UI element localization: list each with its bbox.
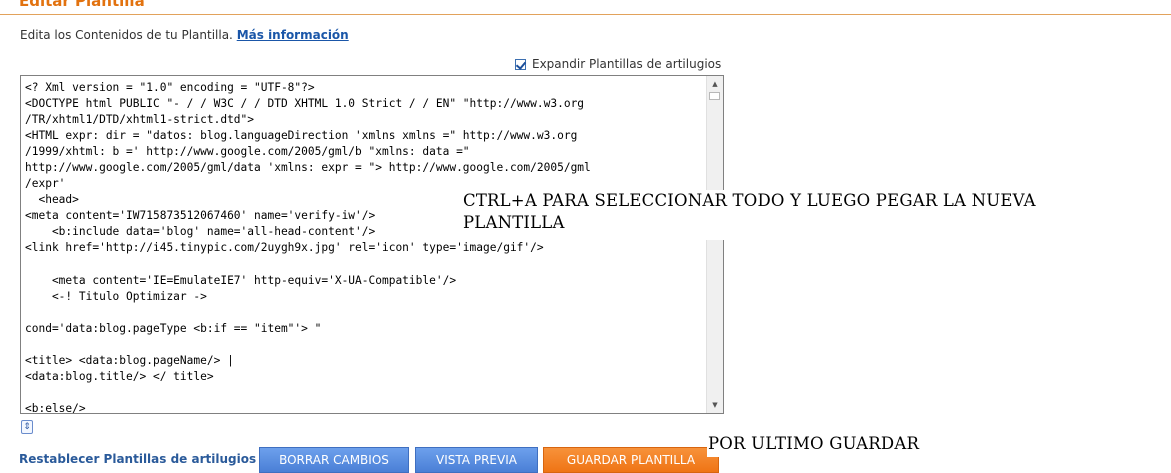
preview-button[interactable]: VISTA PREVIA (415, 447, 538, 473)
arrow-down-icon[interactable]: ▼ (707, 397, 723, 413)
expand-widgets-option[interactable]: Expandir Plantillas de artilugios (515, 57, 721, 71)
clear-changes-button[interactable]: BORRAR CAMBIOS (259, 447, 409, 473)
description: Edita los Contenidos de tu Plantilla. Má… (20, 28, 349, 42)
scrollbar-thumb[interactable] (709, 92, 720, 100)
more-info-link[interactable]: Más información (237, 28, 349, 42)
expand-widgets-checkbox[interactable] (515, 58, 526, 70)
description-text: Edita los Contenidos de tu Plantilla. (20, 28, 233, 42)
expand-widgets-label: Expandir Plantillas de artilugios (532, 57, 722, 71)
template-editor[interactable]: <? Xml version = "1.0" encoding = "UTF-8… (20, 75, 724, 414)
save-template-button[interactable]: GUARDAR PLANTILLA (543, 447, 719, 473)
select-all-instruction: CTRL+A PARA SELECCIONAR TODO Y LUEGO PEG… (461, 190, 1073, 240)
restore-widgets-link[interactable]: Restablecer Plantillas de artilugios de (19, 452, 277, 466)
select-all-instruction-line1: CTRL+A PARA SELECCIONAR TODO Y LUEGO PEG… (463, 191, 1036, 210)
expand-editor-icon[interactable]: ⇕ (21, 420, 33, 434)
arrow-up-icon[interactable]: ▲ (707, 76, 723, 92)
editor-scrollbar[interactable]: ▲ ▼ (706, 76, 723, 413)
template-code-textarea[interactable]: <? Xml version = "1.0" encoding = "UTF-8… (25, 80, 705, 413)
page-title: Editar Plantilla (19, 0, 145, 10)
title-divider (0, 14, 1171, 15)
save-instruction: POR ULTIMO GUARDAR (707, 433, 938, 457)
select-all-instruction-line2: PLANTILLA (463, 213, 565, 232)
